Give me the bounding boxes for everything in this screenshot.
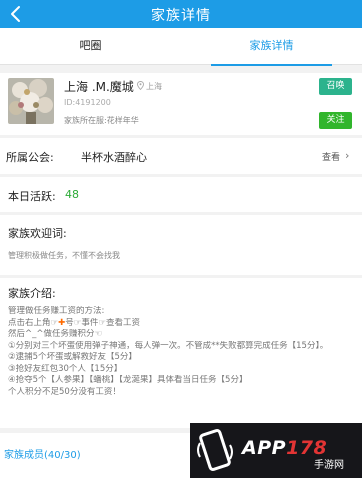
watermark-brand-prefix: APP (242, 437, 287, 459)
clan-id: ID:4191200 (64, 98, 111, 107)
guild-label: 所属公会: (6, 151, 54, 164)
tab-clan-details[interactable]: 家族详情 (181, 28, 362, 66)
tab-bar: 吧圈 家族详情 (0, 28, 362, 66)
intro-line-part: 点击右上角☞ (8, 317, 59, 328)
welcome-label: 家族欢迎词: (8, 227, 67, 240)
title-bar: 家族详情 (0, 0, 362, 28)
activity-value: 48 (65, 188, 79, 201)
intro-line: 管理做任务赚工资的方法: (8, 306, 105, 316)
chevron-right-icon: › (345, 149, 350, 162)
follow-button[interactable]: 关注 (319, 112, 352, 129)
intro-line: ④抢夺5个【人参果】【蟠桃】【龙涎果】具体看当日任务【5分】 (8, 375, 248, 385)
intro-line: 点击右上角☞✚号☞事件☞查看工资 (8, 318, 358, 330)
guild-name: 半杯水酒醉心 (81, 151, 147, 164)
active-tab-indicator (211, 64, 332, 66)
welcome-text: 管理积极做任务，不懂不会找我 (8, 251, 120, 260)
tab-label: 家族详情 (249, 39, 294, 52)
clan-avatar[interactable] (8, 78, 54, 124)
site-watermark: APP178 手游网 (190, 423, 362, 478)
welcome-section: 家族欢迎词: 管理积极做任务，不懂不会找我 (0, 215, 362, 275)
clan-name: 上海 .M.魔城 (64, 80, 134, 94)
phone-logo-icon (196, 429, 236, 473)
guild-view-link[interactable]: 查看 (322, 150, 340, 163)
tab-label: 吧圈 (79, 39, 102, 52)
intro-section: 家族介绍: 管理做任务赚工资的方法: 点击右上角☞✚号☞事件☞查看工资 然后^_… (0, 278, 362, 428)
tab-bar-circle[interactable]: 吧圈 (0, 28, 181, 65)
activity-label: 本日活跃: (8, 190, 56, 203)
members-label: 家族成员(40/30) (4, 450, 81, 461)
location-text: 上海 (146, 82, 162, 91)
clan-server: 家族所在服:花样年华 (64, 116, 139, 125)
activity-row: 本日活跃: 48 (0, 177, 362, 212)
clan-location: 上海 (137, 81, 162, 92)
guild-row[interactable]: 所属公会: 半杯水酒醉心 查看 › (0, 138, 362, 174)
page-title: 家族详情 (151, 8, 211, 24)
clan-card: 上海 .M.魔城 上海 ID:4191200 家族所在服:花样年华 召唤 关注 (0, 73, 362, 135)
intro-line: ②逮捕5个坏蛋或解救好友【5分】 (8, 352, 137, 362)
location-pin-icon (137, 81, 144, 92)
intro-line-part: 号☞事件☞查看工资 (65, 317, 140, 328)
summon-button[interactable]: 召唤 (319, 78, 352, 95)
intro-line: ③抢好友红包30个人【15分】 (8, 363, 123, 374)
intro-line: 然后^_^做任务赚积分☜ (8, 329, 103, 339)
intro-line: ①分别对三个坏蛋使用弹子神通，每人弹一次。不管成**失败都算完成任务【15分】。 (8, 340, 329, 351)
watermark-suffix: 手游网 (314, 460, 344, 471)
intro-line: 个人积分不足50分没有工资！ (8, 386, 121, 397)
intro-text: 管理做任务赚工资的方法: 点击右上角☞✚号☞事件☞查看工资 然后^_^做任务赚积… (8, 306, 358, 398)
intro-label: 家族介绍: (8, 287, 56, 300)
